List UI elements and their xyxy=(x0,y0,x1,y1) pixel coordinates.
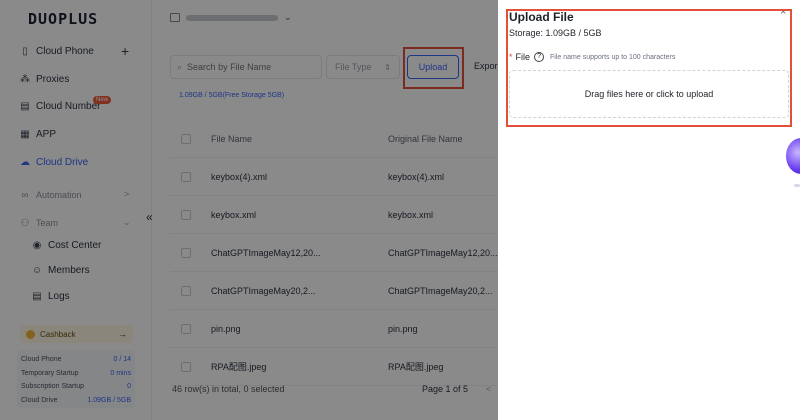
upload-area-highlight xyxy=(506,9,792,127)
modal-overlay[interactable] xyxy=(0,0,498,420)
assistant-dot xyxy=(794,184,800,187)
